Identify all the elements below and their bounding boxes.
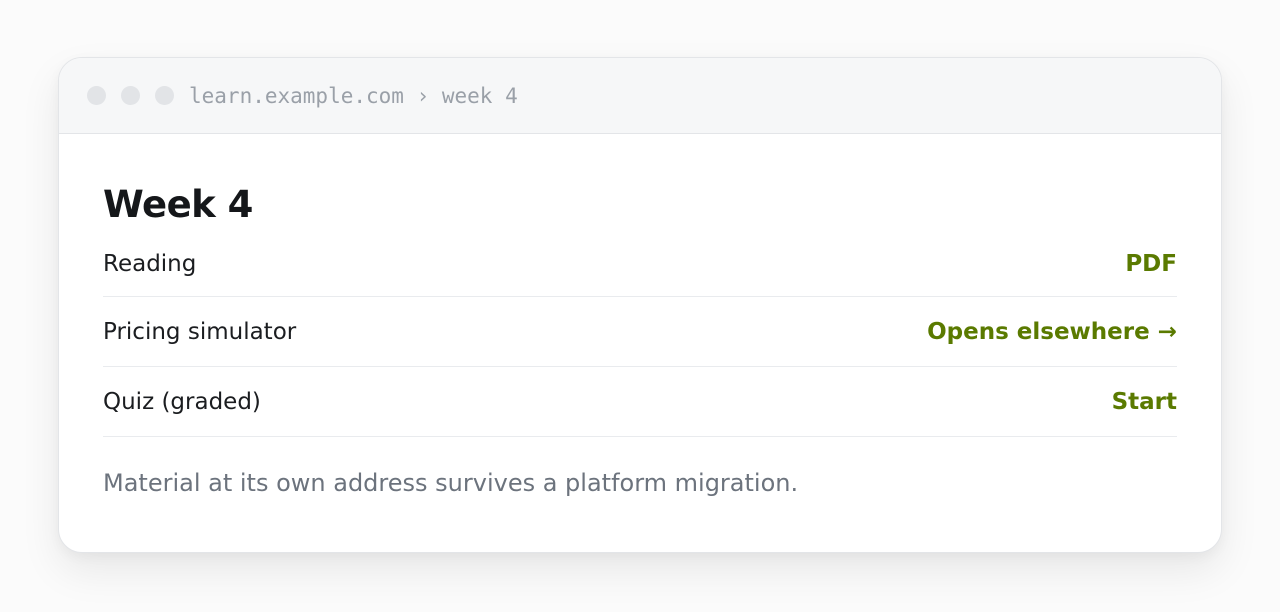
pdf-link[interactable]: PDF <box>1125 251 1177 277</box>
footer-note: Material at its own address survives a p… <box>103 469 799 497</box>
window-minimize-dot[interactable] <box>121 86 140 105</box>
list-item-label: Quiz (graded) <box>103 388 261 415</box>
title-bar: learn.example.com › week 4 <box>59 58 1221 134</box>
opens-elsewhere-link[interactable]: Opens elsewhere → <box>927 319 1177 345</box>
page-title: Week 4 <box>103 183 253 226</box>
start-quiz-link[interactable]: Start <box>1112 389 1177 415</box>
list-item-label: Pricing simulator <box>103 318 297 345</box>
list-item-pricing-simulator: Pricing simulator Opens elsewhere → <box>103 297 1177 367</box>
resource-list: Reading PDF Pricing simulator Opens else… <box>103 241 1177 437</box>
list-item-label: Reading <box>103 251 197 277</box>
page-content: Week 4 Reading PDF Pricing simulator Ope… <box>59 134 1221 497</box>
url-breadcrumb[interactable]: learn.example.com › week 4 <box>189 84 518 108</box>
list-item-reading: Reading PDF <box>103 241 1177 297</box>
browser-window: learn.example.com › week 4 Week 4 Readin… <box>58 57 1222 553</box>
window-close-dot[interactable] <box>87 86 106 105</box>
list-item-quiz: Quiz (graded) Start <box>103 367 1177 437</box>
window-maximize-dot[interactable] <box>155 86 174 105</box>
